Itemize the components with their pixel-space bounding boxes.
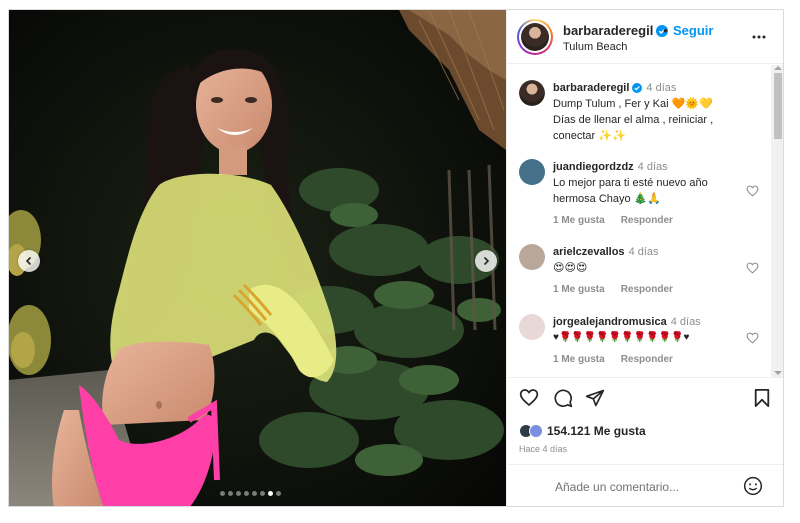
comment-text: 😍😍😍	[553, 262, 588, 274]
comment-likes[interactable]: 1 Me gusta	[553, 215, 605, 226]
heart-icon[interactable]	[746, 262, 759, 274]
chevron-right-icon	[483, 256, 490, 266]
author-username[interactable]: barbaraderegil	[563, 23, 669, 38]
comment-time: 4 días	[670, 316, 701, 328]
carousel-dot	[252, 491, 257, 496]
previous-photo-button[interactable]	[18, 250, 40, 272]
comment-username[interactable]: juandiegordzdz	[553, 161, 634, 173]
scroll-up-arrow[interactable]	[774, 66, 782, 70]
caption-line: conectar ✨✨	[553, 130, 626, 142]
comment-input[interactable]	[555, 478, 735, 496]
carousel-dot	[260, 491, 265, 496]
caption-line: Días de llenar el alma , reiniciar ,	[553, 114, 714, 126]
follow-button[interactable]: Seguir	[673, 23, 713, 38]
comment-avatar[interactable]	[519, 244, 545, 270]
likes-count[interactable]: 154.121 Me gusta	[547, 424, 646, 438]
caption-line: Dump Tulum , Fer y Kai 🧡🌞💛	[553, 98, 713, 110]
post-location[interactable]: Tulum Beach	[563, 41, 627, 53]
save-bookmark-icon[interactable]	[753, 388, 771, 408]
liker-avatar	[529, 424, 543, 438]
comment-username[interactable]: jorgealejandromusica	[553, 316, 667, 328]
comments-scrollbar[interactable]	[771, 65, 783, 377]
more-horizontal-icon[interactable]	[751, 29, 767, 45]
carousel-dots	[220, 491, 281, 496]
carousel-dot	[244, 491, 249, 496]
comment-icon[interactable]	[553, 388, 573, 408]
comment-username[interactable]: arielczevallos	[553, 246, 625, 258]
comment-time: 4 días	[628, 246, 659, 258]
comments-list[interactable]: barbaraderegil 4 días Dump Tulum , Fer y …	[507, 65, 783, 377]
heart-icon[interactable]	[746, 332, 759, 344]
add-comment-bar	[507, 464, 783, 506]
carousel-dot	[228, 491, 233, 496]
comment-text: hermosa Chayo 🎄🙏	[553, 193, 662, 205]
carousel-dot	[236, 491, 241, 496]
comment-avatar[interactable]	[519, 314, 545, 340]
next-photo-button[interactable]	[475, 250, 497, 272]
scroll-down-arrow[interactable]	[774, 371, 782, 375]
post-header: barbaraderegil • Seguir Tulum Beach	[507, 10, 783, 64]
smiley-icon[interactable]	[743, 476, 763, 496]
header-separator: •	[663, 23, 668, 38]
post-photo	[9, 10, 506, 506]
reply-button[interactable]: Responder	[621, 354, 673, 365]
instagram-post: barbaraderegil • Seguir Tulum Beach barb…	[8, 9, 784, 507]
comment-actions: 1 Me gusta Responder	[553, 284, 689, 295]
caption-time: 4 días	[646, 82, 677, 94]
caption-username[interactable]: barbaraderegil	[553, 82, 629, 94]
reply-button[interactable]: Responder	[621, 215, 673, 226]
chevron-left-icon	[25, 256, 32, 266]
post-side-panel: barbaraderegil • Seguir Tulum Beach barb…	[506, 10, 783, 506]
comment-actions: 1 Me gusta Responder	[553, 354, 689, 365]
comment-likes[interactable]: 1 Me gusta	[553, 354, 605, 365]
carousel-dot	[220, 491, 225, 496]
post-action-bar: 154.121 Me gusta Hace 4 días	[507, 377, 783, 471]
scrollbar-thumb[interactable]	[774, 73, 782, 139]
comment-text: Lo mejor para ti esté nuevo año	[553, 177, 708, 189]
comment-text: ♥🌹🌹🌹🌹🌹🌹🌹🌹🌹🌹♥	[553, 332, 690, 343]
post-media[interactable]	[9, 10, 506, 506]
comment-avatar[interactable]	[519, 159, 545, 185]
heart-icon[interactable]	[519, 388, 539, 407]
reply-button[interactable]: Responder	[621, 284, 673, 295]
heart-icon[interactable]	[746, 185, 759, 197]
likes-summary[interactable]: 154.121 Me gusta	[519, 423, 646, 439]
caption-avatar[interactable]	[519, 80, 545, 106]
verified-badge-icon	[632, 83, 643, 93]
author-avatar[interactable]	[517, 19, 553, 55]
carousel-dot	[276, 491, 281, 496]
comment-actions: 1 Me gusta Responder	[553, 215, 689, 226]
share-icon[interactable]	[585, 388, 605, 408]
carousel-dot	[268, 491, 273, 496]
post-timestamp: Hace 4 días	[519, 444, 568, 454]
comment-time: 4 días	[637, 161, 668, 173]
comment-likes[interactable]: 1 Me gusta	[553, 284, 605, 295]
